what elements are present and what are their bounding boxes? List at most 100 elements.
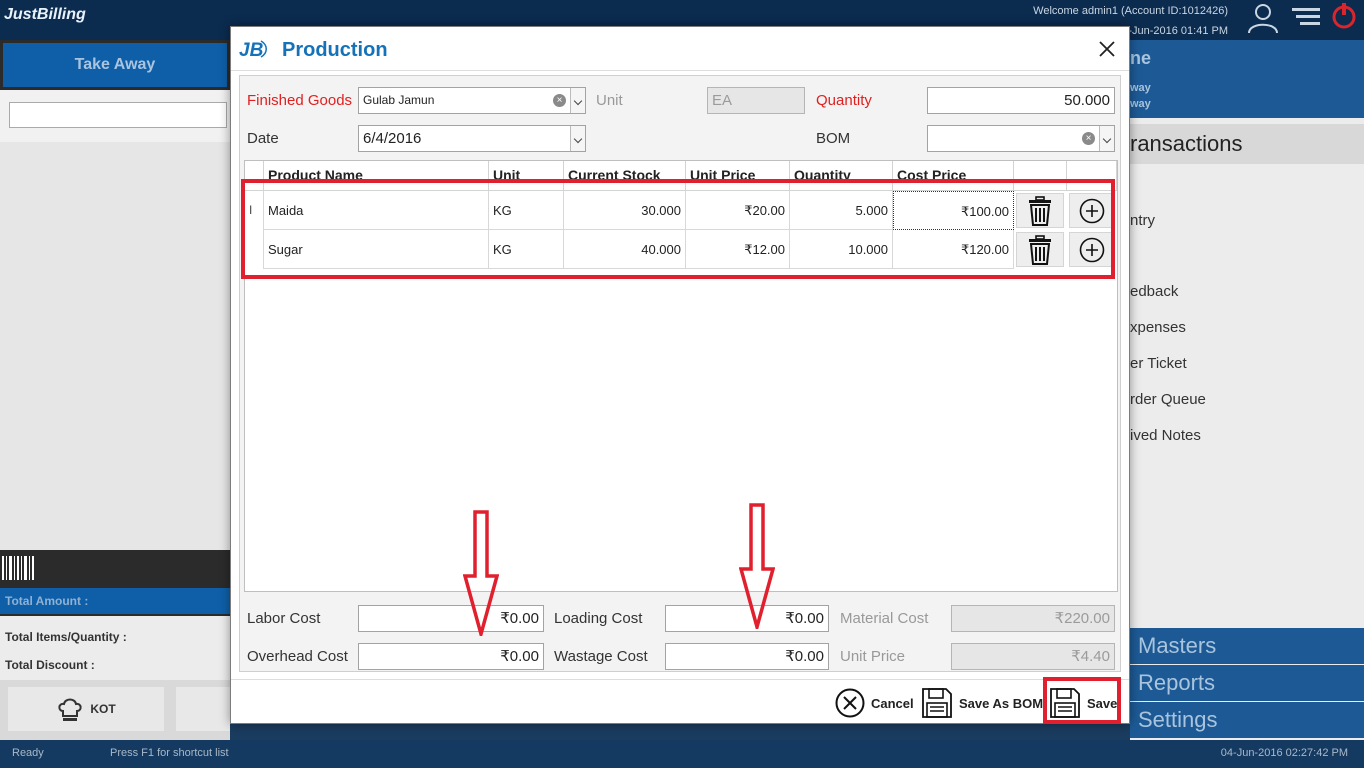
col-product-name[interactable]: Product Name [264,161,489,191]
cancel-circle-icon [835,688,865,718]
col-quantity[interactable]: Quantity [790,161,893,191]
nav-item-order-ticket[interactable]: er Ticket [1130,355,1187,372]
clear-icon[interactable]: × [553,94,566,107]
cell-cost-price[interactable]: ₹120.00 [893,230,1014,269]
power-icon[interactable] [1330,2,1358,30]
unit-field: EA [707,87,805,114]
cell-stock[interactable]: 30.000 [564,191,686,230]
kot-label: KOT [90,702,116,716]
save-button[interactable]: Save [1049,686,1117,720]
bom-combo[interactable]: × [927,125,1115,152]
cancel-button[interactable]: Cancel [835,686,914,720]
finished-goods-value: Gulab Jamun [363,93,435,107]
loading-cost-label: Loading Cost [554,610,643,627]
transactions-heading: ransactions [1130,124,1364,164]
date-value: 6/4/2016 [363,130,422,147]
masters-button[interactable]: Masters [1130,628,1364,664]
col-unit-price[interactable]: Unit Price [686,161,790,191]
secondary-action-button[interactable] [176,687,230,731]
col-add [1067,161,1117,191]
cell-unit-price[interactable]: ₹20.00 [686,191,790,230]
cell-unit[interactable]: KG [489,191,564,230]
save-as-bom-button[interactable]: Save As BOM [921,686,1043,720]
cell-cost-price[interactable]: ₹100.00 [893,191,1014,230]
col-delete [1014,161,1067,191]
add-circle-icon [1079,237,1105,262]
shortcut-hint: Press F1 for shortcut list [110,747,229,759]
unit-price-field: ₹4.40 [951,643,1115,670]
cell-stock[interactable]: 40.000 [564,230,686,269]
floppy-disk-icon [1050,688,1080,718]
settings-button[interactable]: Settings [1130,702,1364,738]
reports-button[interactable]: Reports [1130,665,1364,701]
home-sub-1: way [1130,82,1151,94]
date-picker[interactable]: 6/4/2016 [358,125,586,152]
chevron-down-icon[interactable] [570,88,585,113]
take-away-button[interactable]: Take Away [3,43,227,87]
trash-icon [1029,234,1051,265]
add-row-button[interactable] [1069,193,1115,228]
quantity-label: Quantity [816,92,872,109]
totals-area: Total Items/Quantity : Total Discount : [0,616,230,680]
order-items-area [0,142,230,550]
nav-item-expenses[interactable]: xpenses [1130,319,1186,336]
overhead-cost-input[interactable]: ₹0.00 [358,643,544,670]
quantity-input[interactable]: 50.000 [927,87,1115,114]
home-sub-2: way [1130,98,1151,110]
user-icon[interactable] [1246,1,1280,35]
cell-product[interactable]: Sugar [264,230,489,269]
cell-quantity[interactable]: 10.000 [790,230,893,269]
unit-label: Unit [596,92,623,109]
nav-item-received-notes[interactable]: ived Notes [1130,427,1201,444]
cell-unit-price[interactable]: ₹12.00 [686,230,790,269]
table-row[interactable]: Sugar KG 40.000 ₹12.00 10.000 ₹120.00 [245,230,1117,269]
material-cost-label: Material Cost [840,610,929,627]
overhead-cost-label: Overhead Cost [247,648,348,665]
ingredients-grid: Product Name Unit Current Stock Unit Pri… [244,160,1118,592]
nav-item-entry[interactable]: ntry [1130,212,1155,229]
item-search-input[interactable] [9,102,227,128]
col-cost-price[interactable]: Cost Price [893,161,1014,191]
clear-icon[interactable]: × [1082,132,1095,145]
menu-icon[interactable] [1290,6,1322,28]
delete-row-button[interactable] [1016,193,1064,228]
delete-row-button[interactable] [1016,232,1064,267]
chevron-down-icon[interactable] [1099,126,1114,151]
chevron-down-icon[interactable] [570,126,585,151]
row-indicator-cell: I [245,191,264,230]
row-cursor: I [249,203,253,217]
row-indicator-cell [245,230,264,269]
col-unit[interactable]: Unit [489,161,564,191]
close-icon[interactable] [1097,39,1117,59]
cell-quantity[interactable]: 5.000 [790,191,893,230]
navigation-panel: ne way way ransactions ntry edback xpens… [1130,40,1364,740]
svg-text:JB: JB [239,40,264,60]
chef-hat-icon [58,698,82,721]
bom-label: BOM [816,130,851,147]
row-header-cell [245,161,264,191]
cell-product[interactable]: Maida [264,191,489,230]
barcode-icon[interactable] [2,556,36,580]
grid-header: Product Name Unit Current Stock Unit Pri… [245,161,1117,191]
finished-goods-combo[interactable]: Gulab Jamun × [358,87,586,114]
welcome-text: Welcome admin1 (Account ID:1012426) [1033,5,1228,17]
labor-cost-input[interactable]: ₹0.00 [358,605,544,632]
finished-goods-label: Finished Goods [247,92,353,109]
kot-button[interactable]: KOT [8,687,164,731]
nav-item-order-queue[interactable]: rder Queue [1130,391,1206,408]
wastage-cost-label: Wastage Cost [554,648,648,665]
nav-item-feedback[interactable]: edback [1130,283,1178,300]
home-header: ne way way [1130,40,1364,118]
search-row [0,90,230,142]
loading-cost-input[interactable]: ₹0.00 [665,605,829,632]
status-datetime: 04-Jun-2016 02:27:42 PM [1220,747,1348,759]
jb-logo-icon: JB [239,40,267,60]
wastage-cost-input[interactable]: ₹0.00 [665,643,829,670]
add-row-button[interactable] [1069,232,1115,267]
status-ready: Ready [12,747,44,759]
dialog-title-bar: JB Production [231,27,1129,71]
floppy-disk-icon [922,688,952,718]
cell-unit[interactable]: KG [489,230,564,269]
table-row[interactable]: I Maida KG 30.000 ₹20.00 5.000 ₹100.00 [245,191,1117,230]
col-current-stock[interactable]: Current Stock [564,161,686,191]
